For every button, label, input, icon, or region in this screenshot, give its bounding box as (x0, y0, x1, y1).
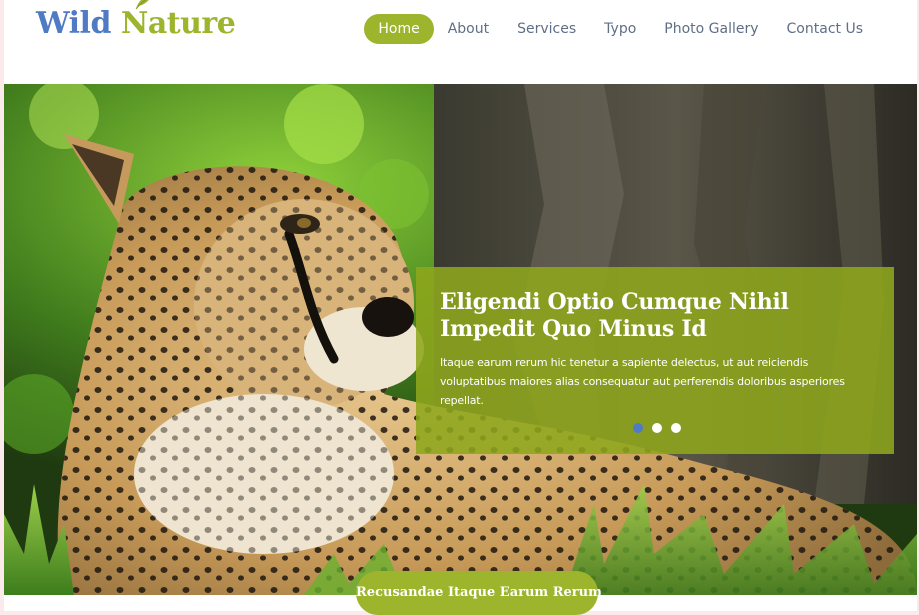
slide-caption-text: Itaque earum rerum hic tenetur a sapient… (440, 356, 845, 407)
nav-item-home[interactable]: Home (364, 14, 434, 44)
slider-dot-3[interactable] (671, 423, 681, 433)
slide-caption-box: Eligendi Optio Cumque Nihil Impedit Quo … (416, 267, 894, 454)
nav-item-photo-gallery[interactable]: Photo Gallery (650, 14, 772, 44)
slider-pagination (633, 423, 681, 433)
leaf-icon (135, 0, 149, 10)
logo-word-nature: Nature (120, 6, 236, 41)
site-header: Wild Nature Home About Services Typo Pho… (4, 0, 917, 84)
nav-item-about[interactable]: About (434, 14, 503, 44)
nav-item-contact-us[interactable]: Contact Us (773, 14, 877, 44)
logo-word-wild: Wild (36, 6, 111, 41)
slider-dot-2[interactable] (652, 423, 662, 433)
nav-item-typo[interactable]: Typo (590, 14, 650, 44)
slide-caption-title: Eligendi Optio Cumque Nihil Impedit Quo … (440, 289, 789, 342)
main-nav: Home About Services Typo Photo Gallery C… (364, 14, 877, 44)
site-logo[interactable]: Wild Nature (36, 0, 236, 46)
slider-dot-1[interactable] (633, 423, 643, 433)
nav-item-services[interactable]: Services (503, 14, 590, 44)
page: Wild Nature Home About Services Typo Pho… (4, 0, 917, 611)
hero-cta-button[interactable]: Recusandae Itaque Earum Rerum (356, 571, 602, 615)
hero-slider: Eligendi Optio Cumque Nihil Impedit Quo … (4, 84, 917, 595)
